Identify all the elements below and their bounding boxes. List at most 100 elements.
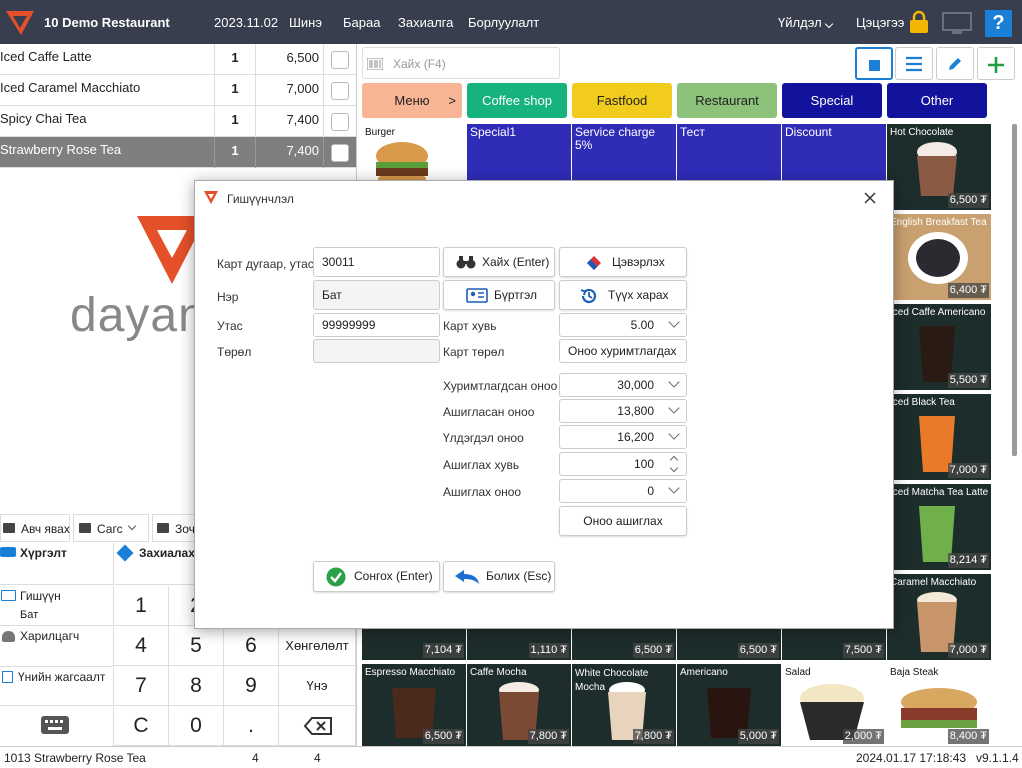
menu-sales[interactable]: Борлуулалт [468, 15, 539, 30]
phone-field[interactable]: 99999999 [313, 313, 440, 337]
history-icon [580, 288, 597, 304]
category-fastfood[interactable]: Fastfood [572, 83, 672, 118]
square-icon [869, 60, 880, 71]
order-item-qty: 1 [214, 75, 256, 106]
cancel-button[interactable]: Болих (Esc) [443, 561, 555, 592]
menu-orders[interactable]: Захиалга [398, 15, 453, 30]
key-clear[interactable]: C [114, 706, 169, 746]
category-restaurant[interactable]: Restaurant [677, 83, 777, 118]
product-tile[interactable]: Caffe Mocha 7,800 ₮ [467, 664, 571, 746]
use-points-button[interactable]: Оноо ашиглах [559, 506, 687, 536]
status-count-1: 4 [252, 751, 259, 765]
product-tile[interactable]: Iced Caffe Americano 5,500 ₮ [887, 304, 991, 390]
user-name[interactable]: Цэцэгээ [856, 15, 904, 30]
add-button[interactable] [977, 47, 1015, 80]
tab-takeaway[interactable]: Авч явах [0, 514, 70, 542]
key-4[interactable]: 4 [114, 626, 169, 666]
backspace-icon [303, 717, 332, 735]
discount-key[interactable]: Хөнгөлөлт [279, 626, 356, 666]
chevron-down-icon[interactable] [669, 463, 679, 473]
register-button[interactable]: Бүртгэл [443, 280, 555, 310]
product-tile[interactable]: Baja Steak 8,400 ₮ [887, 664, 991, 746]
product-tile[interactable]: Iced Black Tea 7,000 ₮ [887, 394, 991, 480]
category-coffee-shop[interactable]: Coffee shop [467, 83, 567, 118]
product-tile[interactable]: White Chocolate Mocha 7,800 ₮ [572, 664, 676, 746]
accumulated-points-field[interactable]: 30,000 [559, 373, 687, 397]
use-percent-stepper[interactable]: 100 [559, 452, 687, 476]
order-row-selected[interactable]: Strawberry Rose Tea 1 7,400 [0, 137, 356, 168]
product-tile[interactable]: English Breakfast Tea 6,400 ₮ [887, 214, 991, 300]
product-tile[interactable]: Salad 2,000 ₮ [782, 664, 886, 746]
product-tile[interactable]: Americano 5,000 ₮ [677, 664, 781, 746]
order-button[interactable]: Захиалах [115, 543, 195, 585]
key-6[interactable]: 6 [224, 626, 279, 666]
product-tile[interactable]: Hot Chocolate 6,500 ₮ [887, 124, 991, 210]
barcode-icon [367, 58, 383, 70]
card-percent-select[interactable]: 5.00 [559, 313, 687, 337]
product-scrollbar[interactable] [1012, 124, 1017, 456]
product-search-input[interactable]: Хайх (F4) [362, 47, 560, 79]
key-7[interactable]: 7 [114, 666, 169, 706]
backspace-key[interactable] [279, 706, 356, 746]
shift-menu[interactable]: Үйлдэл [778, 15, 822, 30]
monitor-icon[interactable] [942, 12, 972, 36]
product-tile[interactable]: Caramel Macchiato 7,000 ₮ [887, 574, 991, 660]
list-view-button[interactable] [895, 47, 933, 80]
order-item-name: Iced Caffe Latte [0, 49, 92, 64]
order-row[interactable]: Iced Caramel Macchiato 1 7,000 [0, 75, 356, 106]
lock-icon[interactable] [908, 10, 930, 34]
remaining-points-field[interactable]: 16,200 [559, 425, 687, 449]
key-9[interactable]: 9 [224, 666, 279, 706]
order-item-checkbox[interactable] [331, 113, 349, 131]
use-points-label: Ашиглах оноо [443, 485, 522, 499]
order-item-name: Spicy Chai Tea [0, 111, 87, 126]
status-current-item: 1013 Strawberry Rose Tea [4, 751, 146, 765]
product-tile[interactable]: Iced Matcha Tea Latte 8,214 ₮ [887, 484, 991, 570]
ok-button[interactable]: Сонгох (Enter) [313, 561, 440, 592]
order-item-checkbox[interactable] [331, 51, 349, 69]
key-1[interactable]: 1 [114, 586, 169, 626]
key-dot[interactable]: . [224, 706, 279, 746]
product-tile[interactable]: Espresso Macchiato 6,500 ₮ [362, 664, 466, 746]
key-5[interactable]: 5 [169, 626, 224, 666]
name-label: Нэр [217, 290, 239, 304]
help-icon[interactable]: ? [985, 10, 1012, 37]
guest-icon [157, 523, 169, 533]
order-item-checkbox[interactable] [331, 82, 349, 100]
category-special[interactable]: Special [782, 83, 882, 118]
key-8[interactable]: 8 [169, 666, 224, 706]
card-type-field[interactable]: Оноо хуримтлагдах [559, 339, 687, 363]
clear-button[interactable]: Цэвэрлэх [559, 247, 687, 277]
member-name: Бат [20, 609, 39, 621]
delivery-button[interactable]: Хүргэлт [0, 543, 114, 585]
grid-view-button[interactable] [855, 47, 893, 80]
category-menu[interactable]: Меню > [362, 83, 462, 118]
order-row[interactable]: Spicy Chai Tea 1 7,400 [0, 106, 356, 137]
tab-guest[interactable]: Зоч [152, 514, 196, 542]
use-points-field[interactable]: 0 [559, 479, 687, 503]
order-item-checkbox[interactable] [331, 144, 349, 162]
edit-button[interactable] [936, 47, 974, 80]
keyboard-button[interactable] [0, 707, 114, 746]
category-other[interactable]: Other [887, 83, 987, 118]
burger-image [376, 142, 428, 182]
name-field[interactable]: Бат [313, 280, 440, 310]
order-item-price: 7,400 [256, 106, 324, 137]
price-list-button[interactable]: Үнийн жагсаалт [0, 668, 114, 706]
search-member-button[interactable]: Хайх (Enter) [443, 247, 555, 277]
history-button[interactable]: Түүх харах [559, 280, 687, 310]
order-row[interactable]: Iced Caffe Latte 1 6,500 [0, 44, 356, 75]
menu-new[interactable]: Шинэ [289, 15, 322, 30]
type-field[interactable] [313, 339, 440, 363]
chevron-down-icon [668, 316, 680, 328]
status-datetime: 2024.01.17 17:18:43 [856, 751, 967, 765]
menu-products[interactable]: Бараа [343, 15, 380, 30]
client-button[interactable]: Харилцагч [0, 627, 114, 667]
tab-cart[interactable]: Сагс [73, 514, 149, 542]
member-button[interactable]: Гишүүн Бат [0, 586, 114, 626]
key-0[interactable]: 0 [169, 706, 224, 746]
close-icon[interactable] [863, 191, 877, 205]
price-key[interactable]: Үнэ [279, 666, 356, 706]
card-number-input[interactable]: 30011 [313, 247, 440, 277]
used-points-field[interactable]: 13,800 [559, 399, 687, 423]
